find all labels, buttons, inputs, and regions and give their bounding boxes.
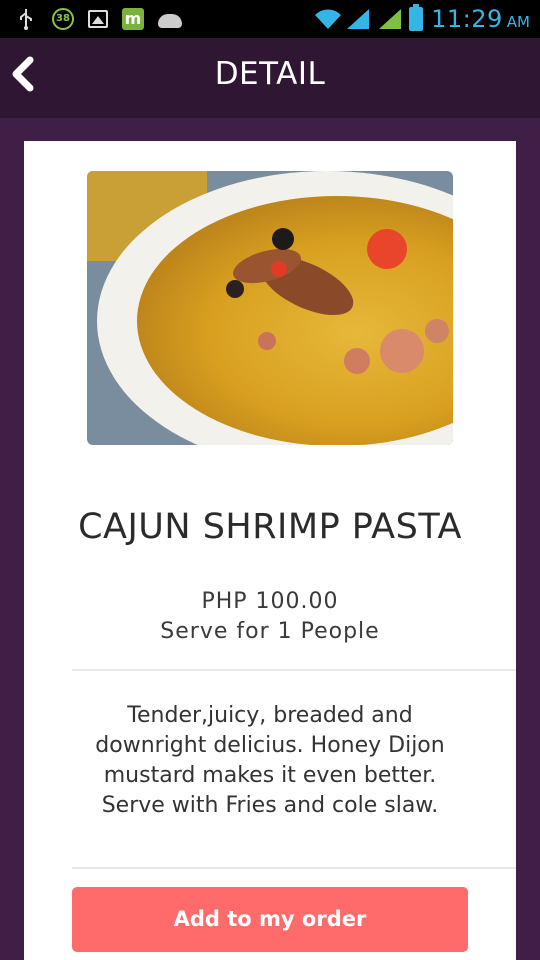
signal-icon (345, 7, 370, 31)
add-to-order-button[interactable]: Add to my order (72, 887, 468, 952)
item-description: Tender,juicy, breaded and downright deli… (95, 703, 445, 818)
status-bar-system: 11:29 AM (313, 4, 530, 34)
status-bar-notifications: 38 m (14, 6, 182, 32)
page-title: DETAIL (214, 56, 326, 92)
battery-icon (409, 4, 424, 31)
item-name: CAJUN SHRIMP PASTA (78, 507, 462, 547)
clock-ampm: AM (506, 13, 530, 31)
clock: 11:29 AM (431, 5, 530, 33)
android-icon (158, 14, 182, 28)
divider (72, 669, 516, 671)
detail-card: CAJUN SHRIMP PASTA PHP 100.00 Serve for … (24, 141, 516, 960)
item-price: PHP 100.00 (201, 589, 339, 614)
item-serving: Serve for 1 People (160, 619, 380, 644)
usb-icon (14, 7, 38, 31)
clock-time: 11:29 (431, 5, 503, 33)
gallery-icon (88, 10, 108, 28)
food-photo (87, 171, 453, 445)
divider (72, 867, 516, 869)
wifi-icon (313, 7, 342, 31)
app-bar: DETAIL (0, 38, 540, 118)
signal-icon (377, 7, 402, 31)
notification-badge-icon: 38 (52, 8, 74, 30)
status-bar: 38 m 11:29 AM (0, 0, 540, 38)
market-icon: m (122, 8, 144, 30)
